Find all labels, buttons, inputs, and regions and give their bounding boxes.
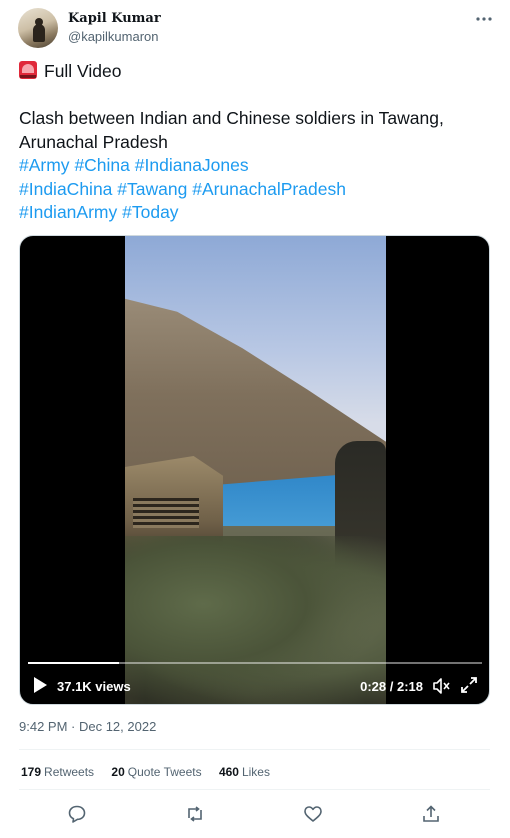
video-progress-bar[interactable] (28, 662, 482, 664)
play-icon[interactable] (32, 676, 48, 694)
hashtag-link[interactable]: #Army (19, 155, 70, 175)
hashtag-line-3: #IndianArmy #Today (19, 201, 495, 225)
share-icon[interactable] (421, 804, 441, 824)
retweets-label: Retweets (44, 765, 95, 779)
likes-label: Likes (241, 765, 270, 779)
divider (19, 749, 490, 750)
more-horizontal-icon[interactable] (474, 10, 494, 28)
hashtag-link[interactable]: #China (74, 155, 129, 175)
like-icon[interactable] (303, 804, 323, 824)
tweet-body-line-2: Arunachal Pradesh (19, 131, 168, 152)
siren-icon (19, 61, 37, 79)
hashtag-line-1: #Army #China #IndianaJones (19, 154, 495, 178)
retweets-stat[interactable]: 179 Retweets (21, 765, 94, 779)
author-handle[interactable]: @kapilkumaron (68, 29, 159, 44)
fullscreen-icon[interactable] (461, 677, 477, 693)
tweet-timestamp[interactable]: 9:42 PM · Dec 12, 2022 (19, 719, 156, 734)
tweet-header: Kapil Kumar @kapilkumaron (18, 8, 496, 50)
view-count: 37.1K views (57, 679, 131, 694)
tweet-text: Full Video Clash between Indian and Chin… (19, 60, 495, 225)
mute-icon[interactable] (433, 677, 451, 695)
hashtag-link[interactable]: #IndianaJones (135, 155, 249, 175)
hashtag-link[interactable]: #ArunachalPradesh (192, 179, 346, 199)
hashtag-link[interactable]: #IndianArmy (19, 202, 117, 222)
retweets-count: 179 (21, 765, 42, 779)
engagement-stats: 179 Retweets 20 Quote Tweets 460 Likes (21, 765, 284, 779)
video-player[interactable]: 37.1K views 0:28 / 2:18 (19, 235, 490, 705)
video-vehicle-grille (133, 498, 199, 528)
tweet-body-line-1: Clash between Indian and Chinese soldier… (19, 108, 444, 128)
quote-tweets-label: Quote Tweets (127, 765, 202, 779)
avatar-figure-body (33, 24, 45, 42)
likes-stat[interactable]: 460 Likes (219, 765, 270, 779)
author-name[interactable]: Kapil Kumar (68, 11, 161, 26)
hashtag-link[interactable]: #IndiaChina (19, 179, 112, 199)
avatar[interactable] (18, 8, 58, 48)
hashtag-link[interactable]: #Today (122, 202, 178, 222)
tweet-title: Full Video (44, 61, 122, 81)
likes-count: 460 (218, 765, 239, 779)
video-time: 0:28 / 2:18 (360, 679, 423, 694)
video-controls: 37.1K views 0:28 / 2:18 (20, 668, 489, 704)
divider (19, 789, 490, 790)
hashtag-link[interactable]: #Tawang (117, 179, 187, 199)
tweet-line-title: Full Video (19, 60, 495, 84)
quote-tweets-count: 20 (111, 765, 125, 779)
hashtag-line-2: #IndiaChina #Tawang #ArunachalPradesh (19, 178, 495, 202)
retweet-icon[interactable] (185, 804, 205, 824)
video-progress-fill (28, 662, 119, 664)
quote-tweets-stat[interactable]: 20 Quote Tweets (111, 765, 201, 779)
video-frame (125, 236, 386, 704)
reply-icon[interactable] (67, 804, 87, 824)
tweet-actions (19, 800, 490, 828)
